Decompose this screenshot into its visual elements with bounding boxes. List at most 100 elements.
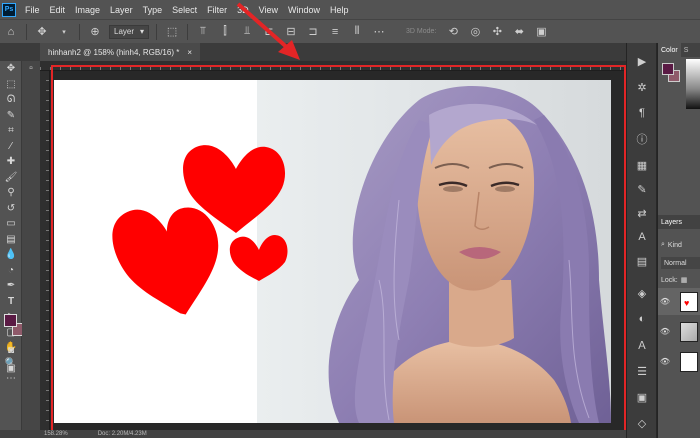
slide-3d-icon[interactable]: ⬌ bbox=[512, 25, 526, 39]
zoom-level[interactable]: 158.28% bbox=[44, 431, 68, 437]
menu-select[interactable]: Select bbox=[172, 5, 197, 15]
align-bottom-icon[interactable]: ⫫ bbox=[240, 25, 254, 39]
ruler-horizontal bbox=[40, 61, 626, 71]
layer-row[interactable]: 👁 ♥ bbox=[658, 288, 700, 315]
distribute-horizontal-icon[interactable]: ⦀ bbox=[350, 25, 364, 39]
close-icon[interactable]: × bbox=[187, 48, 192, 57]
menu-file[interactable]: File bbox=[25, 5, 40, 15]
layers-icon[interactable]: ◈ bbox=[627, 283, 657, 303]
tab-swatches[interactable]: S bbox=[681, 47, 692, 54]
libraries-icon[interactable]: ▣ bbox=[627, 387, 657, 407]
align-right-icon[interactable]: ⊐ bbox=[306, 25, 320, 39]
info-icon[interactable]: ⓘ bbox=[627, 129, 657, 149]
ruler-vertical bbox=[40, 71, 50, 438]
brush-settings-icon[interactable]: ✎ bbox=[627, 179, 657, 199]
move-tool-icon[interactable]: ✥ bbox=[0, 61, 22, 77]
tab-layers[interactable]: Layers bbox=[658, 215, 700, 229]
quick-mask-icon[interactable]: ◙ bbox=[0, 343, 22, 359]
brush-tool-icon[interactable]: 🖌 bbox=[0, 170, 22, 186]
gear-icon[interactable]: ✲ bbox=[627, 77, 657, 97]
layer-row[interactable]: 👁 bbox=[658, 318, 700, 345]
layer-select[interactable]: Layer ▾ bbox=[109, 24, 150, 39]
right-panel: Color S Layers ⌕ Kind Normal Lock: ▦ 👁 ♥… bbox=[657, 43, 700, 438]
screen-mode-icon[interactable]: ▣ bbox=[0, 361, 22, 377]
layer-select-value: Layer bbox=[114, 27, 135, 36]
clone-source-icon[interactable]: ⇄ bbox=[627, 203, 657, 223]
options-bar: ⌂ ✥ ▾ ⊕ Layer ▾ ⬚ ⫪ ⫿ ⫫ ⊏ ⊟ ⊐ ≡ ⦀ ⋯ 3D M… bbox=[0, 19, 700, 43]
cube-icon[interactable]: ◇ bbox=[627, 413, 657, 433]
gradient-tool-icon[interactable]: ▤ bbox=[0, 232, 22, 248]
lasso-tool-icon[interactable]: ᘏ bbox=[0, 92, 22, 108]
status-bar: 158.28% Doc: 2.20M/4.23M bbox=[0, 430, 626, 438]
artboard-tool-icon[interactable]: ▫ bbox=[22, 61, 40, 77]
layer-filter[interactable]: ⌕ Kind bbox=[661, 239, 682, 251]
lock-transparent-icon[interactable]: ▦ bbox=[681, 276, 688, 284]
character-icon[interactable]: A bbox=[627, 227, 657, 247]
layer-row[interactable]: 👁 bbox=[658, 348, 700, 375]
marquee-tool-icon[interactable]: ⬚ bbox=[0, 77, 22, 93]
align-middle-icon[interactable]: ⫿ bbox=[218, 25, 232, 39]
play-icon[interactable]: ▶ bbox=[627, 51, 657, 71]
tab-color[interactable]: Color bbox=[658, 43, 681, 57]
align-top-icon[interactable]: ⫪ bbox=[196, 25, 210, 39]
align-left-icon[interactable]: ⊏ bbox=[262, 25, 276, 39]
eye-icon[interactable]: 👁 bbox=[658, 297, 672, 306]
menu-window[interactable]: Window bbox=[288, 5, 320, 15]
menu-edit[interactable]: Edit bbox=[50, 5, 66, 15]
photoshop-window: Ps File Edit Image Layer Type Select Fil… bbox=[0, 0, 700, 438]
menu-view[interactable]: View bbox=[259, 5, 278, 15]
swatches-icon[interactable]: ▤ bbox=[627, 251, 657, 271]
orbit-3d-icon[interactable]: ⟲ bbox=[446, 25, 460, 39]
menu-filter[interactable]: Filter bbox=[207, 5, 227, 15]
clone-stamp-tool-icon[interactable]: ⚲ bbox=[0, 185, 22, 201]
document-canvas[interactable] bbox=[54, 80, 611, 423]
menu-layer[interactable]: Layer bbox=[110, 5, 133, 15]
divider bbox=[79, 23, 80, 40]
distribute-icon[interactable]: ≡ bbox=[328, 25, 342, 39]
auto-select-icon[interactable]: ⊕ bbox=[88, 25, 102, 39]
scale-3d-icon[interactable]: ▣ bbox=[534, 25, 548, 39]
more-options-icon[interactable]: ⋯ bbox=[372, 25, 386, 39]
eyedropper-tool-icon[interactable]: ⁄ bbox=[0, 139, 22, 155]
layer-thumbnail bbox=[680, 351, 698, 372]
foreground-color-swatch[interactable] bbox=[662, 63, 674, 75]
chevron-down-icon[interactable]: ▾ bbox=[57, 25, 71, 39]
tools-panel-column: ▫ bbox=[22, 61, 40, 438]
paths-icon[interactable]: Ａ bbox=[627, 335, 657, 355]
menu-help[interactable]: Help bbox=[330, 5, 349, 15]
home-icon[interactable]: ⌂ bbox=[4, 25, 18, 39]
crop-tool-icon[interactable]: ⌗ bbox=[0, 123, 22, 139]
eraser-tool-icon[interactable]: ▭ bbox=[0, 216, 22, 232]
quick-select-tool-icon[interactable]: ✎ bbox=[0, 108, 22, 124]
eye-icon[interactable]: 👁 bbox=[658, 327, 672, 336]
pan-3d-icon[interactable]: ✣ bbox=[490, 25, 504, 39]
align-center-icon[interactable]: ⊟ bbox=[284, 25, 298, 39]
hearts-layer bbox=[112, 145, 288, 315]
roll-3d-icon[interactable]: ◎ bbox=[468, 25, 482, 39]
channels-icon[interactable]: ◐ bbox=[627, 309, 657, 329]
menu-bar: Ps File Edit Image Layer Type Select Fil… bbox=[0, 0, 700, 19]
eye-icon[interactable]: 👁 bbox=[658, 357, 672, 366]
paragraph-icon[interactable]: ¶ bbox=[627, 103, 657, 123]
menu-image[interactable]: Image bbox=[75, 5, 100, 15]
blend-mode-select[interactable]: Normal bbox=[661, 257, 700, 269]
canvas-area[interactable] bbox=[50, 71, 626, 438]
menu-type[interactable]: Type bbox=[143, 5, 163, 15]
foreground-color-swatch[interactable] bbox=[4, 314, 17, 327]
move-tool-icon[interactable]: ✥ bbox=[35, 25, 49, 39]
type-tool-icon[interactable]: T bbox=[0, 294, 22, 310]
menu-3d[interactable]: 3D bbox=[237, 5, 249, 15]
dodge-tool-icon[interactable]: ◔ bbox=[0, 263, 22, 279]
pen-tool-icon[interactable]: ✒ bbox=[0, 278, 22, 294]
healing-brush-tool-icon[interactable]: ✚ bbox=[0, 154, 22, 170]
tools-panel: ✥ ⬚ ᘏ ✎ ⌗ ⁄ ✚ 🖌 ⚲ ↺ ▭ ▤ 💧 ◔ ✒ T ➤ ▢ ✋ 🔍 … bbox=[0, 61, 25, 438]
color-panel-tabs: Color S bbox=[658, 43, 700, 57]
properties-icon[interactable]: ☰ bbox=[627, 361, 657, 381]
ps-logo-icon: Ps bbox=[2, 2, 16, 17]
color-picker-field[interactable] bbox=[686, 59, 700, 109]
adjustment-icon[interactable]: ▦ bbox=[627, 155, 657, 175]
history-brush-tool-icon[interactable]: ↺ bbox=[0, 201, 22, 217]
blur-tool-icon[interactable]: 💧 bbox=[0, 247, 22, 263]
transform-controls-icon[interactable]: ⬚ bbox=[165, 25, 179, 39]
document-tab[interactable]: hinhanh2 @ 158% (hinh4, RGB/16) * × bbox=[40, 43, 200, 61]
